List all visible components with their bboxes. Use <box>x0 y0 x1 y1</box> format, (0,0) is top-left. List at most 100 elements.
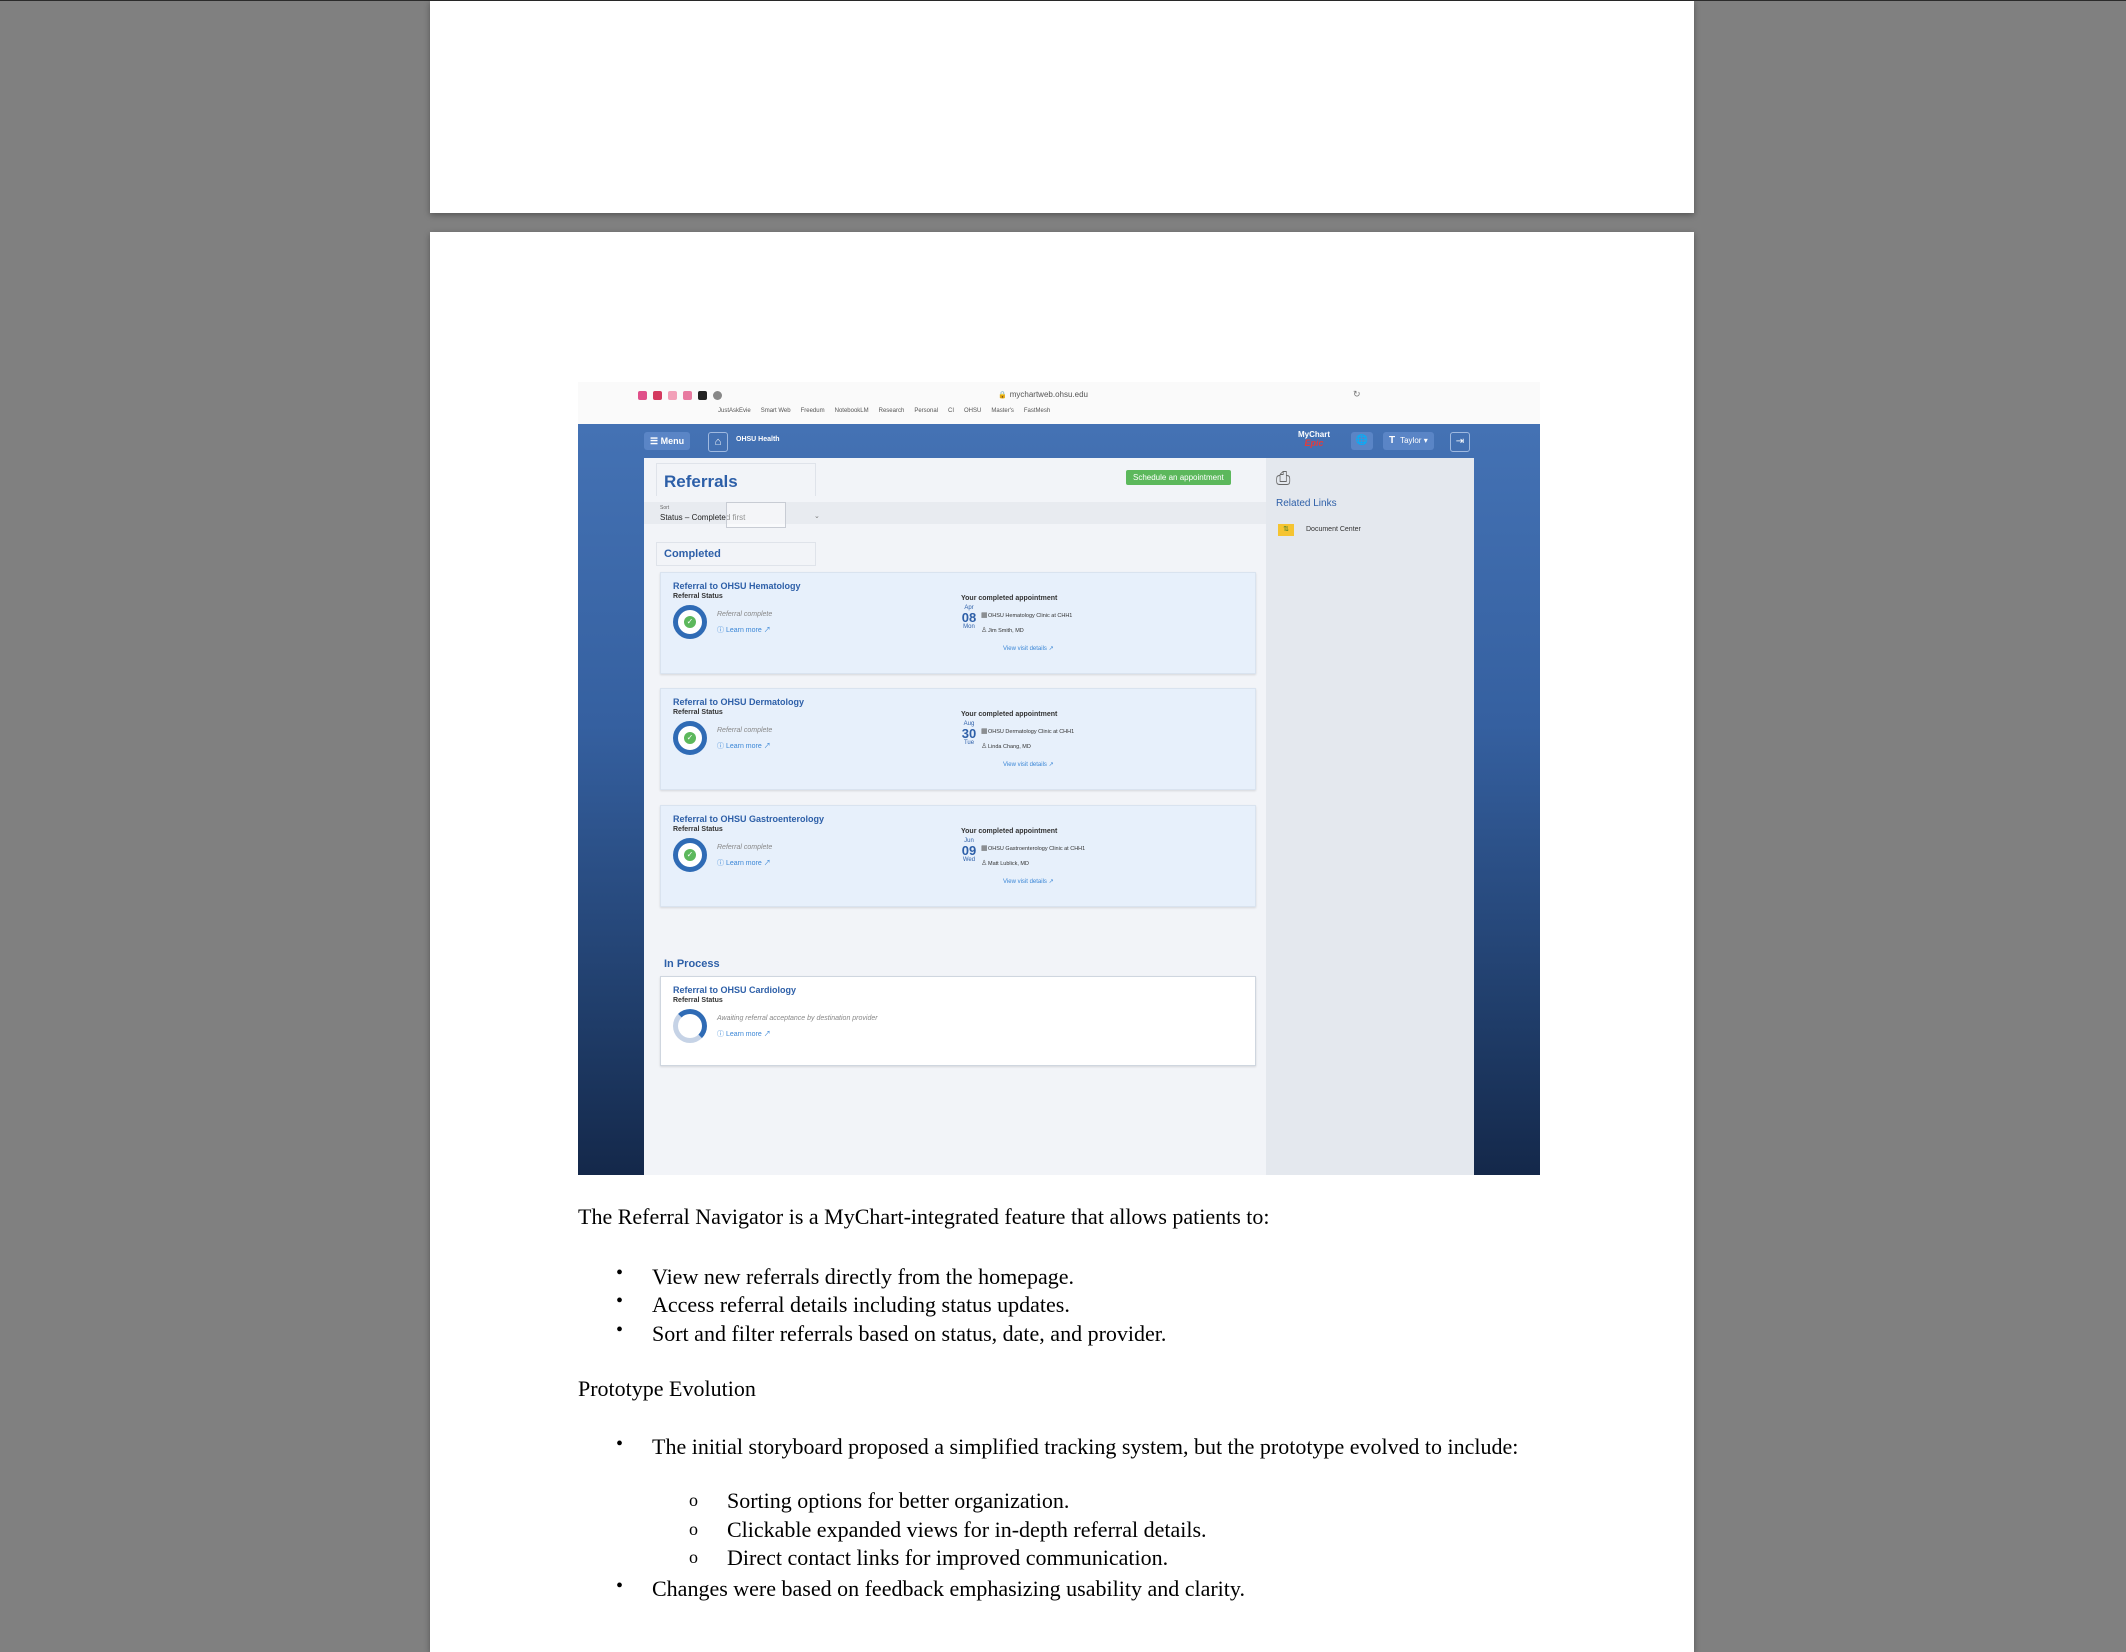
globe-icon: 🌐 <box>1355 435 1369 446</box>
chevron-down-icon[interactable]: ⌄ <box>814 512 820 520</box>
schedule-appointment-button[interactable]: Schedule an appointment <box>1126 470 1231 485</box>
provider-name: Jim Smith, MD <box>988 628 1024 634</box>
document-center-link[interactable]: Document Center <box>1306 526 1361 533</box>
view-visit-details-link[interactable]: View visit details ↗ <box>1003 761 1054 768</box>
bookmark-item[interactable]: OHSU <box>964 408 981 414</box>
bullet-icon: • <box>616 1319 624 1341</box>
home-icon: ⌂ <box>714 436 722 448</box>
ohsu-logo: OHSU Health <box>736 436 780 443</box>
bullet-icon: • <box>616 1262 624 1284</box>
appointment-heading: Your completed appointment <box>961 711 1058 718</box>
feature-item: Access referral details including status… <box>652 1292 1070 1317</box>
building-icon: ▦ <box>981 845 988 852</box>
appointment-date: Aug 30 Tue <box>961 721 977 746</box>
mychart-logo: MyChart Epic <box>1298 430 1330 448</box>
related-links-sidebar: ⎙ Related Links ⇅ Document Center <box>1266 458 1474 1175</box>
referral-card[interactable]: Referral to OHSU Gastroenterology Referr… <box>660 805 1256 907</box>
learn-more-text: Learn more <box>725 743 762 750</box>
document-page-1 <box>430 1 1694 213</box>
referral-status: Referral complete <box>717 727 773 734</box>
bullet-icon: • <box>616 1433 624 1455</box>
referral-title[interactable]: Referral to OHSU Hematology <box>673 581 801 591</box>
bookmark-item[interactable]: Research <box>879 408 905 414</box>
browser-url-bar[interactable]: 🔒 mychartweb.ohsu.edu <box>998 390 1088 399</box>
evolution-item: Changes were based on feedback emphasizi… <box>652 1576 1245 1601</box>
date-day: 30 <box>961 726 977 741</box>
view-details-text: View visit details <box>1003 762 1047 768</box>
referral-status-label: Referral Status <box>673 709 723 716</box>
document-center-icon: ⇅ <box>1278 524 1294 536</box>
intro-paragraph: The Referral Navigator is a MyChart-inte… <box>578 1204 1270 1229</box>
tab-icon <box>668 391 677 400</box>
tab-icon <box>683 391 692 400</box>
feature-item: View new referrals directly from the hom… <box>652 1264 1074 1289</box>
referral-card[interactable]: Referral to OHSU Dermatology Referral St… <box>660 688 1256 790</box>
bookmark-item[interactable]: CI <box>948 408 954 414</box>
sub-bullet-icon: o <box>689 1490 698 1510</box>
reload-icon[interactable]: ↻ <box>1353 389 1361 400</box>
sub-bullet-icon: o <box>689 1547 698 1567</box>
view-visit-details-link[interactable]: View visit details ↗ <box>1003 645 1054 652</box>
app-header: ☰ Menu ⌂ OHSU Health MyChart Epic 🌐 T Tayl… <box>578 424 1540 458</box>
bookmark-item[interactable]: Freedum <box>801 408 825 414</box>
referral-card[interactable]: Referral to OHSU Cardiology Referral Sta… <box>660 976 1256 1066</box>
provider-name: Matt Lublick, MD <box>988 861 1029 867</box>
completed-heading: Completed <box>664 548 721 560</box>
logout-button[interactable]: ⇥ <box>1450 432 1470 452</box>
sub-bullet-icon: o <box>689 1519 698 1539</box>
referral-status-label: Referral Status <box>673 826 723 833</box>
bookmark-item[interactable]: JustAskEvie <box>718 408 751 414</box>
learn-more-text: Learn more <box>725 1031 762 1038</box>
status-donut-icon <box>673 1009 707 1043</box>
learn-more-text: Learn more <box>725 627 762 634</box>
referral-title[interactable]: Referral to OHSU Gastroenterology <box>673 814 824 824</box>
user-menu-button[interactable]: T Taylor ▾ <box>1383 432 1434 450</box>
learn-more-link[interactable]: ⓘ Learn more ↗ <box>717 741 771 751</box>
referral-title[interactable]: Referral to OHSU Dermatology <box>673 697 804 707</box>
evolution-item: The initial storyboard proposed a simpli… <box>652 1434 1519 1459</box>
logout-icon: ⇥ <box>1455 436 1465 447</box>
mychart-screenshot: 🔒 mychartweb.ohsu.edu ↻ JustAskEvie Smart… <box>578 382 1540 1175</box>
referrals-content: Referrals Schedule an appointment Sort S… <box>644 458 1266 1175</box>
bookmark-item[interactable]: FastMesh <box>1024 408 1050 414</box>
appointment-date: Apr 08 Mon <box>961 605 977 630</box>
menu-button[interactable]: ☰ Menu <box>644 432 691 450</box>
printer-icon[interactable]: ⎙ <box>1276 468 1290 489</box>
learn-more-link[interactable]: ⓘ Learn more ↗ <box>717 1029 771 1039</box>
bookmark-item[interactable]: Smart Web <box>761 408 791 414</box>
learn-more-text: Learn more <box>725 860 762 867</box>
browser-tab-icons <box>638 391 722 400</box>
epic-logo-text: Epic <box>1304 438 1324 448</box>
bookmark-item[interactable]: Personal <box>914 408 938 414</box>
referral-card[interactable]: Referral to OHSU Hematology Referral Sta… <box>660 572 1256 674</box>
status-donut-icon: ✓ <box>673 721 707 755</box>
date-day: 09 <box>961 843 977 858</box>
date-weekday: Mon <box>963 624 975 630</box>
evolution-sub-item: Direct contact links for improved commun… <box>727 1545 1169 1570</box>
date-day: 08 <box>961 610 977 625</box>
evolution-sub-item: Clickable expanded views for in-depth re… <box>727 1517 1207 1542</box>
building-icon: ▦ <box>981 728 988 735</box>
chevron-down-icon: ▾ <box>1423 436 1428 445</box>
menu-label: Menu <box>660 436 685 446</box>
bookmark-item[interactable]: Master's <box>991 408 1013 414</box>
status-donut-icon: ✓ <box>673 605 707 639</box>
bullet-icon: • <box>616 1575 624 1597</box>
browser-toolbar: 🔒 mychartweb.ohsu.edu ↻ JustAskEvie Smart… <box>578 382 1540 425</box>
view-visit-details-link[interactable]: View visit details ↗ <box>1003 878 1054 885</box>
bullet-icon: • <box>616 1290 624 1312</box>
language-button[interactable]: 🌐 <box>1351 432 1373 450</box>
referral-status-label: Referral Status <box>673 997 723 1004</box>
tab-icon <box>698 391 707 400</box>
in-process-heading: In Process <box>664 958 720 970</box>
learn-more-link[interactable]: ⓘ Learn more ↗ <box>717 858 771 868</box>
learn-more-link[interactable]: ⓘ Learn more ↗ <box>717 625 771 635</box>
referral-status: Awaiting referral acceptance by destinat… <box>717 1015 878 1022</box>
view-details-text: View visit details <box>1003 879 1047 885</box>
tab-icon <box>713 391 722 400</box>
date-weekday: Wed <box>962 857 976 863</box>
referral-title[interactable]: Referral to OHSU Cardiology <box>673 985 796 995</box>
bookmark-item[interactable]: NotebookLM <box>835 408 869 414</box>
home-button[interactable]: ⌂ <box>708 432 728 452</box>
user-initial: T <box>1389 435 1396 446</box>
